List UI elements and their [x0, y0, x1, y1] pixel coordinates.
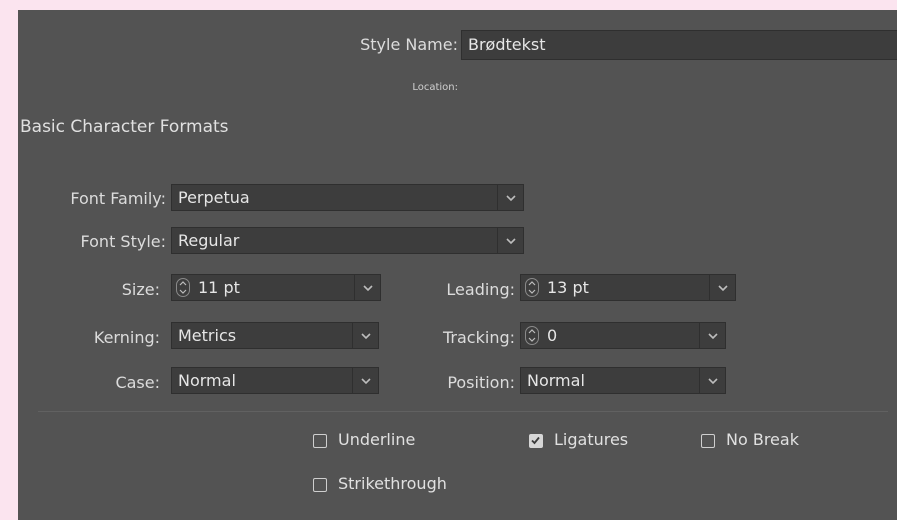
font-style-label: Font Style:	[80, 232, 167, 251]
chevron-down-icon[interactable]	[699, 323, 725, 348]
chevron-down-icon[interactable]	[699, 368, 725, 393]
character-style-options-panel: Style Name: Brødtekst Location: Basic Ch…	[18, 10, 897, 520]
no-break-label[interactable]: No Break	[726, 430, 799, 449]
no-break-checkbox[interactable]	[701, 434, 715, 448]
case-value: Normal	[178, 371, 236, 390]
kerning-value: Metrics	[178, 326, 237, 345]
font-family-dropdown[interactable]: Perpetua	[171, 184, 524, 211]
position-value: Normal	[527, 371, 585, 390]
strikethrough-label[interactable]: Strikethrough	[338, 474, 447, 493]
style-name-label: Style Name:	[360, 35, 458, 54]
chevron-down-icon[interactable]	[352, 323, 378, 348]
style-name-value: Brødtekst	[468, 35, 546, 54]
leading-value: 13 pt	[547, 278, 589, 297]
leading-combobox[interactable]: 13 pt	[520, 274, 736, 301]
leading-label: Leading:	[446, 280, 515, 299]
case-dropdown[interactable]: Normal	[171, 367, 379, 394]
location-label: Location:	[412, 82, 458, 93]
style-name-input[interactable]: Brødtekst	[461, 30, 897, 60]
chevron-down-icon[interactable]	[497, 185, 523, 210]
chevron-down-icon[interactable]	[709, 275, 735, 300]
size-label: Size:	[121, 280, 160, 299]
underline-checkbox[interactable]	[313, 434, 327, 448]
stepper-icon[interactable]	[525, 278, 539, 297]
section-title: Basic Character Formats	[20, 117, 229, 137]
position-dropdown[interactable]: Normal	[520, 367, 726, 394]
size-combobox[interactable]: 11 pt	[171, 274, 381, 301]
ligatures-checkbox[interactable]	[529, 434, 543, 448]
divider	[38, 411, 888, 412]
position-label: Position:	[447, 373, 515, 392]
font-style-value: Regular	[178, 231, 240, 250]
chevron-down-icon[interactable]	[497, 228, 523, 253]
ligatures-label[interactable]: Ligatures	[554, 430, 628, 449]
stepper-icon[interactable]	[525, 326, 539, 345]
case-label: Case:	[115, 373, 160, 392]
kerning-label: Kerning:	[93, 328, 160, 347]
size-value: 11 pt	[198, 278, 240, 297]
stepper-icon[interactable]	[176, 278, 190, 297]
font-family-value: Perpetua	[178, 188, 250, 207]
kerning-combobox[interactable]: Metrics	[171, 322, 379, 349]
chevron-down-icon[interactable]	[352, 368, 378, 393]
font-family-label: Font Family:	[70, 189, 166, 208]
font-style-dropdown[interactable]: Regular	[171, 227, 524, 254]
chevron-down-icon[interactable]	[354, 275, 380, 300]
checkmark-icon	[531, 436, 540, 445]
tracking-value: 0	[547, 326, 558, 345]
tracking-label: Tracking:	[443, 328, 515, 347]
underline-label[interactable]: Underline	[338, 430, 415, 449]
tracking-combobox[interactable]: 0	[520, 322, 726, 349]
strikethrough-checkbox[interactable]	[313, 478, 327, 492]
